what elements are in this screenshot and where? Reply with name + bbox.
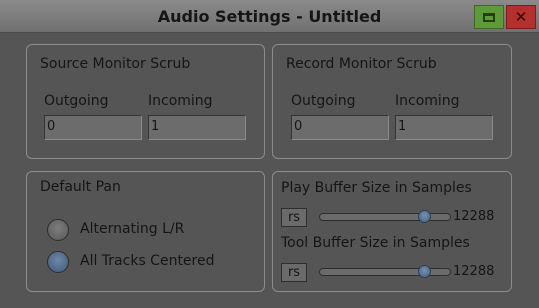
all-tracks-centered-radio[interactable] [47, 251, 69, 273]
play-buffer-value: 12288 [453, 209, 495, 224]
record-monitor-scrub-panel: Record Monitor Scrub Outgoing Incoming 0… [272, 44, 512, 159]
tool-buffer-label: Tool Buffer Size in Samples [281, 235, 470, 251]
buffer-size-panel: Play Buffer Size in Samples rs 12288 Too… [272, 171, 512, 292]
close-button[interactable]: ✕ [506, 5, 536, 29]
source-incoming-field[interactable]: 1 [148, 115, 246, 140]
source-outgoing-label: Outgoing [44, 93, 109, 109]
record-incoming-field[interactable]: 1 [395, 115, 493, 140]
record-monitor-scrub-title: Record Monitor Scrub [286, 56, 437, 72]
source-monitor-scrub-title: Source Monitor Scrub [40, 56, 191, 72]
source-incoming-label: Incoming [148, 93, 213, 109]
play-buffer-reset-button[interactable]: rs [281, 208, 307, 227]
maximize-button[interactable] [474, 5, 504, 29]
close-icon: ✕ [514, 8, 528, 26]
alternating-lr-radio[interactable] [47, 219, 69, 241]
record-outgoing-field[interactable]: 0 [291, 115, 389, 140]
default-pan-title: Default Pan [40, 179, 121, 195]
source-monitor-scrub-panel: Source Monitor Scrub Outgoing Incoming 0… [26, 44, 265, 159]
record-incoming-label: Incoming [395, 93, 460, 109]
title-bar[interactable]: Audio Settings - Untitled ✕ [0, 0, 539, 33]
play-buffer-slider-thumb[interactable] [418, 210, 431, 223]
maximize-icon [483, 12, 495, 22]
alternating-lr-label[interactable]: Alternating L/R [80, 221, 184, 237]
tool-buffer-slider-track[interactable] [319, 265, 451, 278]
window-title: Audio Settings - Untitled [157, 7, 382, 26]
tool-buffer-slider-thumb[interactable] [418, 265, 431, 278]
source-outgoing-field[interactable]: 0 [44, 115, 142, 140]
record-outgoing-label: Outgoing [291, 93, 356, 109]
tool-buffer-reset-button[interactable]: rs [281, 263, 307, 282]
play-buffer-slider-track[interactable] [319, 210, 451, 223]
play-buffer-label: Play Buffer Size in Samples [281, 180, 472, 196]
default-pan-panel: Default Pan Alternating L/R All Tracks C… [26, 171, 265, 292]
tool-buffer-value: 12288 [453, 264, 495, 279]
all-tracks-centered-label[interactable]: All Tracks Centered [80, 253, 215, 269]
